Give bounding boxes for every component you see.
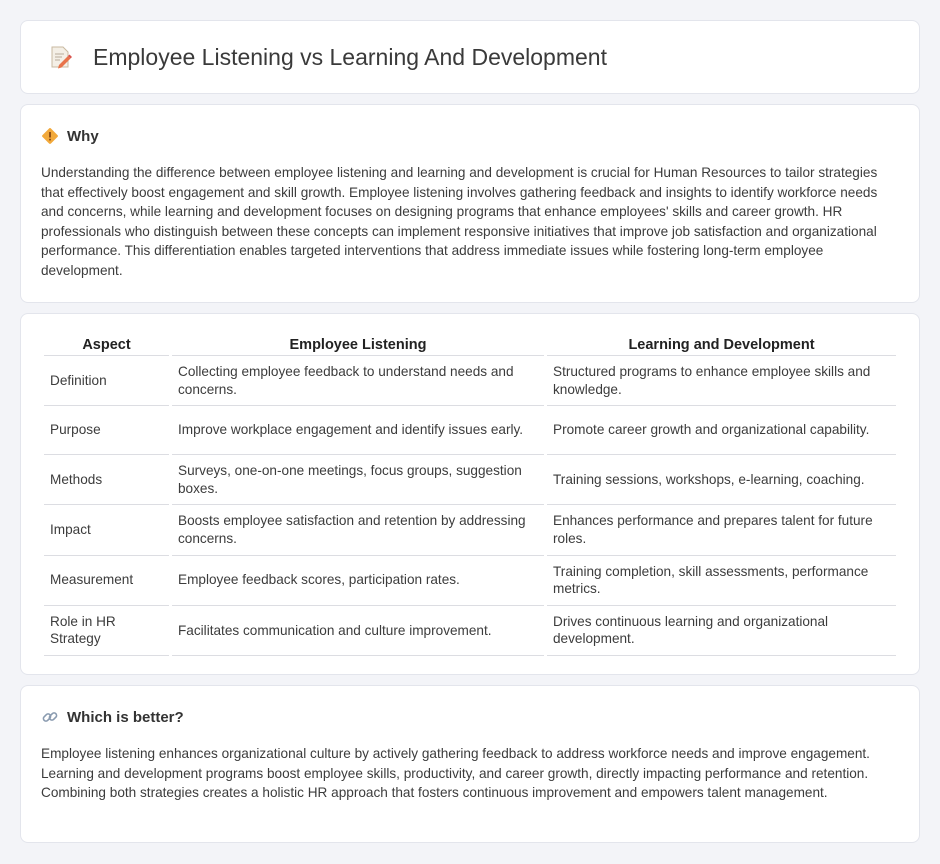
listening-cell: Surveys, one-on-one meetings, focus grou…: [172, 455, 544, 506]
better-title: Which is better?: [67, 708, 184, 726]
listening-cell: Boosts employee satisfaction and retenti…: [172, 505, 544, 556]
page-title: Employee Listening vs Learning And Devel…: [93, 43, 607, 70]
why-section: Why Understanding the difference between…: [20, 104, 920, 303]
why-title: Why: [67, 127, 99, 145]
development-cell: Training completion, skill assessments, …: [547, 556, 896, 606]
listening-cell: Improve workplace engagement and identif…: [172, 406, 544, 456]
table-row: Impact Boosts employee satisfaction and …: [44, 505, 896, 556]
table-row: Methods Surveys, one-on-one meetings, fo…: [44, 455, 896, 506]
comparison-table: Aspect Employee Listening Learning and D…: [41, 334, 899, 656]
aspect-cell: Role in HR Strategy: [44, 606, 169, 656]
table-row: Role in HR Strategy Facilitates communic…: [44, 606, 896, 656]
table-row: Purpose Improve workplace engagement and…: [44, 406, 896, 456]
document-pencil-icon: [51, 46, 72, 69]
listening-cell: Employee feedback scores, participation …: [172, 556, 544, 606]
table-row: Definition Collecting employee feedback …: [44, 356, 896, 407]
listening-cell: Collecting employee feedback to understa…: [172, 356, 544, 407]
aspect-cell: Definition: [44, 356, 169, 407]
header-card: Employee Listening vs Learning And Devel…: [20, 20, 920, 94]
diamond-warning-icon: [42, 128, 58, 144]
why-text: Understanding the difference between emp…: [41, 165, 878, 278]
development-cell: Enhances performance and prepares talent…: [547, 505, 896, 556]
aspect-cell: Measurement: [44, 556, 169, 606]
header-aspect: Aspect: [44, 334, 169, 356]
aspect-cell: Impact: [44, 505, 169, 556]
which-is-better-section: Which is better? Employee listening enha…: [20, 685, 920, 843]
development-cell: Drives continuous learning and organizat…: [547, 606, 896, 656]
header-learning-development: Learning and Development: [547, 334, 896, 356]
comparison-table-card: Aspect Employee Listening Learning and D…: [20, 313, 920, 675]
aspect-cell: Methods: [44, 455, 169, 506]
better-text: Employee listening enhances organization…: [41, 746, 870, 801]
link-icon: [42, 712, 58, 722]
header-employee-listening: Employee Listening: [172, 334, 544, 356]
aspect-cell: Purpose: [44, 406, 169, 456]
development-cell: Promote career growth and organizational…: [547, 406, 896, 456]
table-header-row: Aspect Employee Listening Learning and D…: [44, 334, 896, 356]
development-cell: Training sessions, workshops, e-learning…: [547, 455, 896, 506]
development-cell: Structured programs to enhance employee …: [547, 356, 896, 407]
table-row: Measurement Employee feedback scores, pa…: [44, 556, 896, 606]
listening-cell: Facilitates communication and culture im…: [172, 606, 544, 656]
